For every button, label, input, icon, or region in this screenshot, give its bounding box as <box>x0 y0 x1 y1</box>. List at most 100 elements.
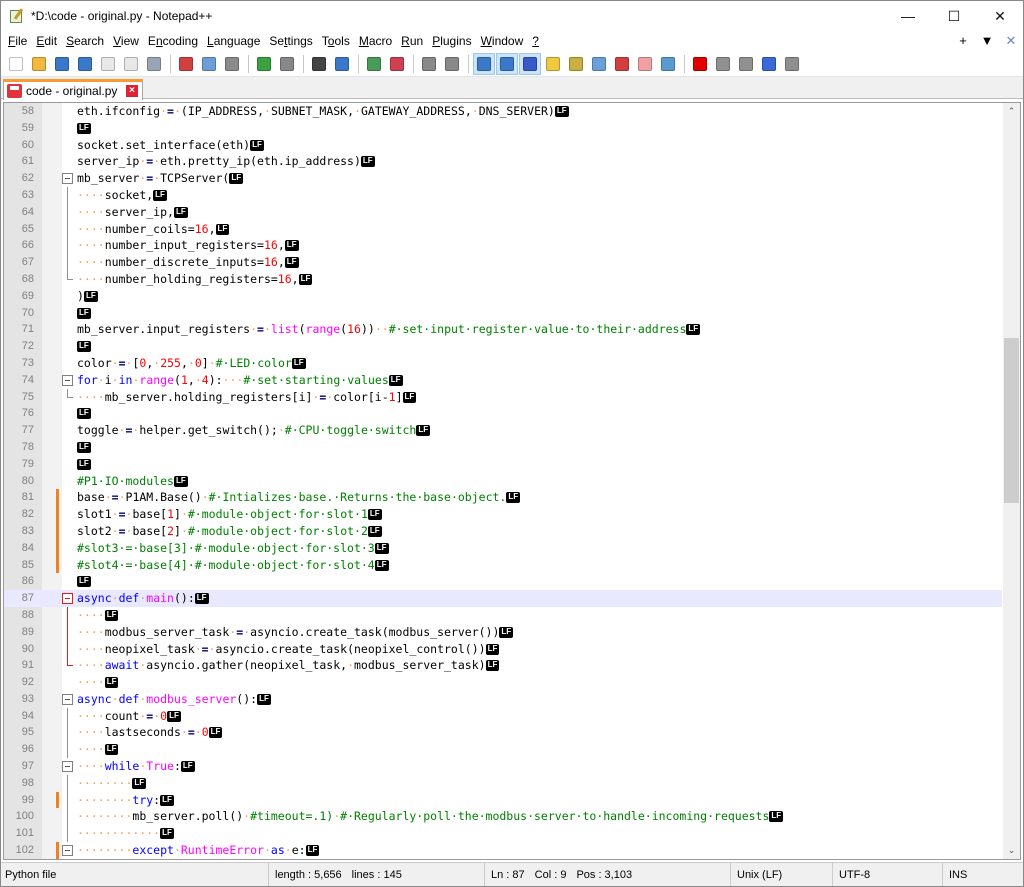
code-line[interactable]: 97 ····while·True: LF <box>4 758 1002 775</box>
code-line[interactable]: 82 slot1·=·base[1]·#·module·object·for·sl… <box>4 506 1002 523</box>
scrollbar-thumb[interactable] <box>1004 338 1019 503</box>
show-all-chars-button[interactable] <box>496 52 518 75</box>
menu-view[interactable]: View <box>110 34 145 48</box>
code-line[interactable]: 96 ···· LF <box>4 741 1002 759</box>
code-line[interactable]: 67 ····number_discrete_inputs=16, LF <box>4 254 1002 271</box>
menu-help[interactable]: ? <box>529 34 545 48</box>
menu-macro[interactable]: Macro <box>356 34 398 48</box>
new-tab-button[interactable]: + <box>951 33 975 49</box>
code-line[interactable]: 79 LF <box>4 456 1002 473</box>
menu-encoding[interactable]: Encoding <box>145 34 204 48</box>
code-line[interactable]: 77 toggle·=·helper.get_switch();·#·CPU·to… <box>4 422 1002 439</box>
code-line[interactable]: 59 LF <box>4 120 1002 137</box>
fold-toggle-icon[interactable] <box>62 593 73 605</box>
open-file-button[interactable] <box>28 53 50 75</box>
code-line[interactable]: 69) LF <box>4 288 1002 305</box>
menu-run[interactable]: Run <box>398 34 429 48</box>
stop-macro-button[interactable] <box>712 53 734 75</box>
redo-button[interactable] <box>276 53 298 75</box>
scroll-up-arrow[interactable]: ⌃ <box>1003 103 1020 120</box>
project-button[interactable] <box>634 53 656 75</box>
document-map-button[interactable] <box>565 53 587 75</box>
code-line[interactable]: 89 ····modbus_server_task·=·asyncio.creat… <box>4 623 1002 641</box>
run-macro-multiple-button[interactable] <box>758 53 780 75</box>
play-macro-button[interactable] <box>735 53 757 75</box>
sync-horizontal-button[interactable] <box>441 53 463 75</box>
cut-button[interactable] <box>175 53 197 75</box>
code-line[interactable]: 73 color·=·[0,·255,·0]·#·LED·color LF <box>4 355 1002 372</box>
function-list-button[interactable] <box>588 53 610 75</box>
tab-list-dropdown[interactable]: ▼ <box>975 33 999 49</box>
close-button[interactable] <box>97 53 119 75</box>
code-line[interactable]: 78 LF <box>4 439 1002 456</box>
close-doc-button[interactable]: ✕ <box>999 33 1023 49</box>
code-line[interactable]: 71 mb_server.input_registers·=·list(range… <box>4 321 1002 338</box>
code-line[interactable]: 94 ····count·=·0 LF <box>4 707 1002 725</box>
code-editor[interactable]: 58 eth.ifconfig·=·(IP_ADDRESS,·SUBNET_MAS… <box>3 102 1021 860</box>
code-line[interactable]: 58 eth.ifconfig·=·(IP_ADDRESS,·SUBNET_MAS… <box>4 103 1002 120</box>
tab-close-icon[interactable]: × <box>126 85 138 97</box>
save-macro-button[interactable] <box>781 53 803 75</box>
record-macro-button[interactable] <box>689 53 711 75</box>
code-line[interactable]: 101 ············ LF <box>4 825 1002 843</box>
code-line[interactable]: 99 ········try: LF <box>4 791 1002 809</box>
new-file-button[interactable] <box>5 53 27 75</box>
code-line[interactable]: 90 ····neopixel_task·=·asyncio.create_tas… <box>4 640 1002 658</box>
menu-file[interactable]: File <box>5 34 33 48</box>
code-line[interactable]: 92 ···· LF <box>4 674 1002 691</box>
code-line[interactable]: 60 socket.set_interface(eth) LF <box>4 137 1002 154</box>
code-line[interactable]: 83 slot2·=·base[2]·#·module·object·for·sl… <box>4 522 1002 540</box>
code-line[interactable]: 93 async·def·modbus_server(): LF <box>4 691 1002 708</box>
code-line[interactable]: 75 ····mb_server.holding_registers[i]·=·c… <box>4 388 1002 406</box>
code-line[interactable]: 91 ····await·asyncio.gather(neopixel_task… <box>4 657 1002 674</box>
code-line[interactable]: 88 ···· LF <box>4 606 1002 624</box>
word-wrap-button[interactable] <box>473 52 495 75</box>
menu-window[interactable]: Window <box>478 34 530 48</box>
scroll-down-arrow[interactable]: ⌄ <box>1003 842 1020 859</box>
code-line[interactable]: 66 ····number_input_registers=16, LF <box>4 237 1002 255</box>
fold-toggle-icon[interactable] <box>62 845 73 857</box>
menu-search[interactable]: Search <box>63 34 110 48</box>
monitoring-button[interactable] <box>657 53 679 75</box>
menu-settings[interactable]: Settings <box>266 34 318 48</box>
fold-toggle-icon[interactable] <box>62 693 73 705</box>
code-line[interactable]: 61 server_ip·=·eth.pretty_ip(eth.ip_addre… <box>4 153 1002 170</box>
code-line[interactable]: 68 ····number_holding_registers=16, LF <box>4 270 1002 288</box>
find-button[interactable] <box>308 53 330 75</box>
code-line[interactable]: 81 base·=·P1AM.Base()·#·Intializes·base.·… <box>4 489 1002 507</box>
menu-plugins[interactable]: Plugins <box>429 34 477 48</box>
menu-edit[interactable]: Edit <box>33 34 63 48</box>
code-line[interactable]: 80 #P1·IO·modules LF <box>4 473 1002 490</box>
indent-guide-button[interactable] <box>519 52 541 75</box>
code-line[interactable]: 64 ····server_ip, LF <box>4 203 1002 221</box>
undo-button[interactable] <box>253 53 275 75</box>
close-window-button[interactable]: ✕ <box>977 1 1023 31</box>
close-all-button[interactable] <box>120 53 142 75</box>
code-line[interactable]: 63 ····socket, LF <box>4 186 1002 204</box>
vertical-scrollbar[interactable]: ⌃ ⌄ <box>1003 103 1020 859</box>
tab-code-original[interactable]: code - original.py × <box>3 79 143 100</box>
code-line[interactable]: 62 mb_server·=·TCPServer(LF <box>4 170 1002 187</box>
fold-toggle-icon[interactable] <box>62 173 73 185</box>
code-line[interactable]: 86 LF <box>4 573 1002 590</box>
code-line[interactable]: 87 async·def·main(): LF <box>4 590 1002 607</box>
code-line[interactable]: 70 LF <box>4 305 1002 322</box>
save-all-button[interactable] <box>74 53 96 75</box>
code-line[interactable]: 95 ····lastseconds·=·0 LF <box>4 724 1002 742</box>
zoom-out-button[interactable] <box>386 53 408 75</box>
code-line[interactable]: 100 ········mb_server.poll()·#timeout=.1)… <box>4 808 1002 826</box>
zoom-in-button[interactable] <box>363 53 385 75</box>
replace-button[interactable] <box>331 53 353 75</box>
code-line[interactable]: 72 LF <box>4 338 1002 355</box>
sync-vertical-button[interactable] <box>418 53 440 75</box>
fold-toggle-icon[interactable] <box>62 761 73 773</box>
code-line[interactable]: 98 ········ LF <box>4 774 1002 792</box>
folder-as-workspace-button[interactable] <box>611 53 633 75</box>
print-button[interactable] <box>143 53 165 75</box>
fold-toggle-icon[interactable] <box>62 374 73 386</box>
save-button[interactable] <box>51 53 73 75</box>
code-line[interactable]: 85 #slot4·=·base[4]·#·module·object·for·s… <box>4 556 1002 574</box>
copy-button[interactable] <box>198 53 220 75</box>
paste-button[interactable] <box>221 53 243 75</box>
code-line[interactable]: 76 LF <box>4 405 1002 422</box>
